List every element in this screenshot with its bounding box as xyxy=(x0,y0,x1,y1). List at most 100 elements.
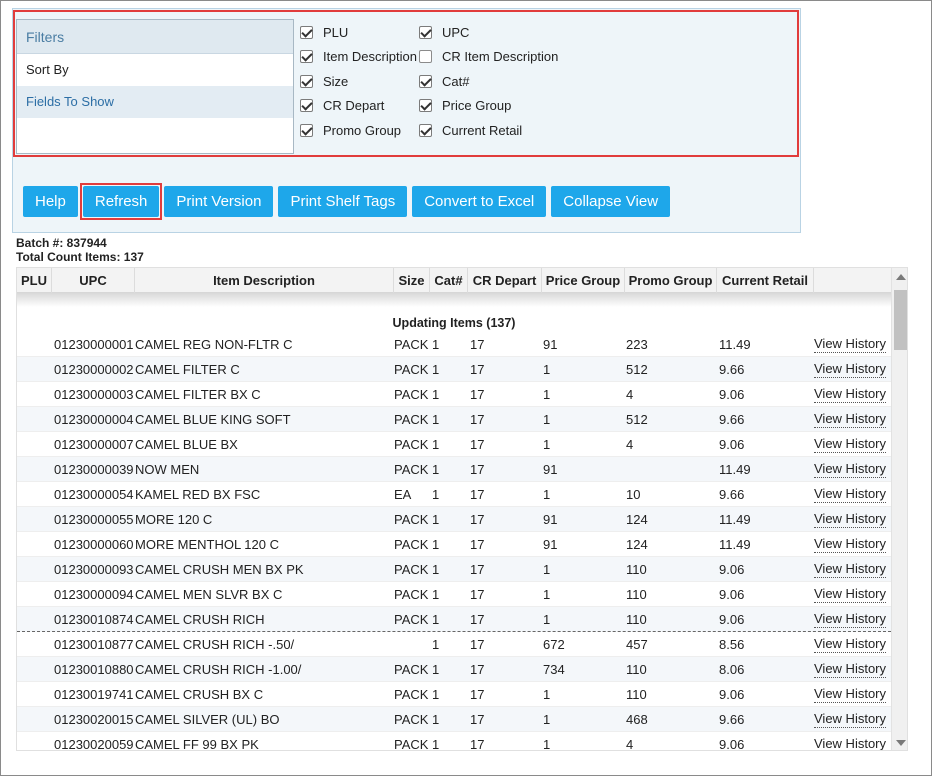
cell-promo: 4 xyxy=(626,737,634,751)
cell-cat: 1 xyxy=(432,712,440,727)
collapse-view-button[interactable]: Collapse View xyxy=(551,186,671,217)
cell-desc: CAMEL CRUSH MEN BX PK xyxy=(135,562,304,577)
checkbox[interactable] xyxy=(300,50,313,64)
table-row[interactable]: 01230000055 MORE 120 C PACK 1 17 91 124 11.49 Vi… xyxy=(17,507,891,532)
cell-size: PACK xyxy=(394,687,429,702)
help-button[interactable]: Help xyxy=(23,186,78,217)
cell-desc: CAMEL SILVER (UL) BO xyxy=(135,712,280,727)
header-cr-depart[interactable]: CR Depart xyxy=(468,268,542,293)
field-option-item-description[interactable]: Item Description xyxy=(300,45,417,70)
field-option-upc[interactable]: UPC xyxy=(419,20,558,45)
view-history-link[interactable]: View History xyxy=(814,510,887,528)
cell-price: 1 xyxy=(543,437,551,452)
table-row[interactable]: 01230020059 CAMEL FF 99 BX PK PACK 1 17 1 4 9.0… xyxy=(17,732,891,751)
field-option-size[interactable]: Size xyxy=(300,69,417,94)
view-history-link[interactable]: View History xyxy=(814,585,887,603)
view-history-link[interactable]: View History xyxy=(814,385,887,403)
header-plu[interactable]: PLU xyxy=(17,268,52,293)
table-row[interactable]: 01230000094 CAMEL MEN SLVR BX C PACK 1 17 1 11… xyxy=(17,582,891,607)
view-history-link[interactable]: View History xyxy=(814,735,886,750)
grid-header: PLU UPC Item Description Size Cat# CR De… xyxy=(17,268,891,293)
view-history-link[interactable]: View History xyxy=(814,535,887,553)
view-history-link[interactable]: View History xyxy=(814,360,887,378)
cell-dep: 17 xyxy=(470,612,485,627)
refresh-button[interactable]: Refresh xyxy=(82,186,160,217)
field-option-cr-item-description[interactable]: CR Item Description xyxy=(419,45,558,70)
checkbox[interactable] xyxy=(300,74,313,88)
cell-promo: 457 xyxy=(626,637,648,652)
table-row[interactable]: 01230020015 CAMEL SILVER (UL) BO PACK 1 17 1 4… xyxy=(17,707,891,732)
scroll-up-icon[interactable] xyxy=(896,274,906,280)
table-row[interactable]: 01230000054 KAMEL RED BX FSC EA 1 17 1 10 9.66 V… xyxy=(17,482,891,507)
cell-retail: 9.06 xyxy=(719,437,745,452)
cell-upc: 01230010877 xyxy=(54,637,134,652)
checkbox[interactable] xyxy=(300,99,313,113)
field-option-cat[interactable]: Cat# xyxy=(419,69,558,94)
table-row[interactable]: 01230000093 CAMEL CRUSH MEN BX PK PACK 1 17 1… xyxy=(17,557,891,582)
field-option-price-group[interactable]: Price Group xyxy=(419,94,558,119)
view-history-link[interactable]: View History xyxy=(814,635,887,653)
view-history-link[interactable]: View History xyxy=(814,660,887,678)
view-history-link[interactable]: View History xyxy=(814,485,887,503)
field-option-plu[interactable]: PLU xyxy=(300,20,417,45)
view-history-link[interactable]: View History xyxy=(814,710,887,728)
checkbox[interactable] xyxy=(419,25,432,39)
cell-cat: 1 xyxy=(432,737,440,751)
checkbox[interactable] xyxy=(300,123,313,137)
table-row[interactable]: 01230000002 CAMEL FILTER C PACK 1 17 1 512 9.66… xyxy=(17,357,891,382)
view-history-link[interactable]: View History xyxy=(814,410,887,428)
view-history-link[interactable]: View History xyxy=(814,460,887,478)
table-row[interactable]: 01230010874 CAMEL CRUSH RICH PACK 1 17 1 110 9.… xyxy=(17,607,891,632)
convert-to-excel-button[interactable]: Convert to Excel xyxy=(412,186,547,217)
view-history-link[interactable]: View History xyxy=(814,435,887,453)
table-row[interactable]: 01230000007 CAMEL BLUE BX PACK 1 17 1 4 9.06 Vie… xyxy=(17,432,891,457)
cell-upc: 01230000060 xyxy=(54,537,134,552)
filter-menu-sort-by[interactable]: Sort By xyxy=(17,54,293,86)
header-cat[interactable]: Cat# xyxy=(430,268,468,293)
field-option-promo-group[interactable]: Promo Group xyxy=(300,118,417,143)
cell-promo: 4 xyxy=(626,387,634,402)
checkbox[interactable] xyxy=(419,123,432,137)
cell-dep: 17 xyxy=(470,712,485,727)
print-shelf-tags-button[interactable]: Print Shelf Tags xyxy=(278,186,408,217)
view-history-link[interactable]: View History xyxy=(814,335,887,353)
table-row[interactable]: 01230000039 NOW MEN PACK 1 17 91 11.49 View His… xyxy=(17,457,891,482)
field-option-current-retail[interactable]: Current Retail xyxy=(419,118,558,143)
table-row[interactable]: 01230000003 CAMEL FILTER BX C PACK 1 17 1 4 9.0… xyxy=(17,382,891,407)
table-row[interactable]: 01230019741 CAMEL CRUSH BX C PACK 1 17 1 110 9.… xyxy=(17,682,891,707)
scroll-thumb[interactable] xyxy=(894,290,907,350)
header-size[interactable]: Size xyxy=(394,268,430,293)
table-row[interactable]: 01230010877 CAMEL CRUSH RICH -.50/1 17 672 4… xyxy=(17,632,891,657)
filter-menu-filters[interactable]: Filters xyxy=(17,20,293,54)
header-item-description[interactable]: Item Description xyxy=(135,268,394,293)
checkbox[interactable] xyxy=(419,99,432,113)
checkbox-label: Cat# xyxy=(442,73,470,89)
field-option-cr-depart[interactable]: CR Depart xyxy=(300,94,417,119)
scroll-down-icon[interactable] xyxy=(896,740,906,746)
cell-promo: 124 xyxy=(626,537,648,552)
header-price-group[interactable]: Price Group xyxy=(542,268,625,293)
cell-price: 91 xyxy=(543,462,558,477)
cell-cat: 1 xyxy=(432,462,440,477)
view-history-link[interactable]: View History xyxy=(814,685,887,703)
table-row[interactable]: 01230000060 MORE MENTHOL 120 C PACK 1 17 91 12… xyxy=(17,532,891,557)
checkbox[interactable] xyxy=(300,25,313,39)
header-upc[interactable]: UPC xyxy=(52,268,135,293)
header-promo-group[interactable]: Promo Group xyxy=(625,268,717,293)
print-version-button[interactable]: Print Version xyxy=(164,186,274,217)
table-row[interactable]: 01230010880 CAMEL CRUSH RICH -1.00/PACK 1 1… xyxy=(17,657,891,682)
table-row[interactable]: 01230000001 CAMEL REG NON-FLTR C PACK 1 17 91… xyxy=(17,332,891,357)
cell-price: 91 xyxy=(543,512,558,527)
cell-retail: 9.66 xyxy=(719,712,745,727)
header-current-retail[interactable]: Current Retail xyxy=(717,268,814,293)
cell-cat: 1 xyxy=(432,662,440,677)
view-history-link[interactable]: View History xyxy=(814,610,887,628)
cell-cat: 1 xyxy=(432,587,440,602)
vertical-scrollbar[interactable] xyxy=(891,268,907,750)
filter-menu-fields-to-show[interactable]: Fields To Show xyxy=(17,86,293,118)
view-history-link[interactable]: View History xyxy=(814,560,887,578)
checkbox[interactable] xyxy=(419,50,432,64)
table-row[interactable]: 01230000004 CAMEL BLUE KING SOFT PACK 1 17 1 5… xyxy=(17,407,891,432)
checkbox[interactable] xyxy=(419,74,432,88)
cell-price: 1 xyxy=(543,487,551,502)
